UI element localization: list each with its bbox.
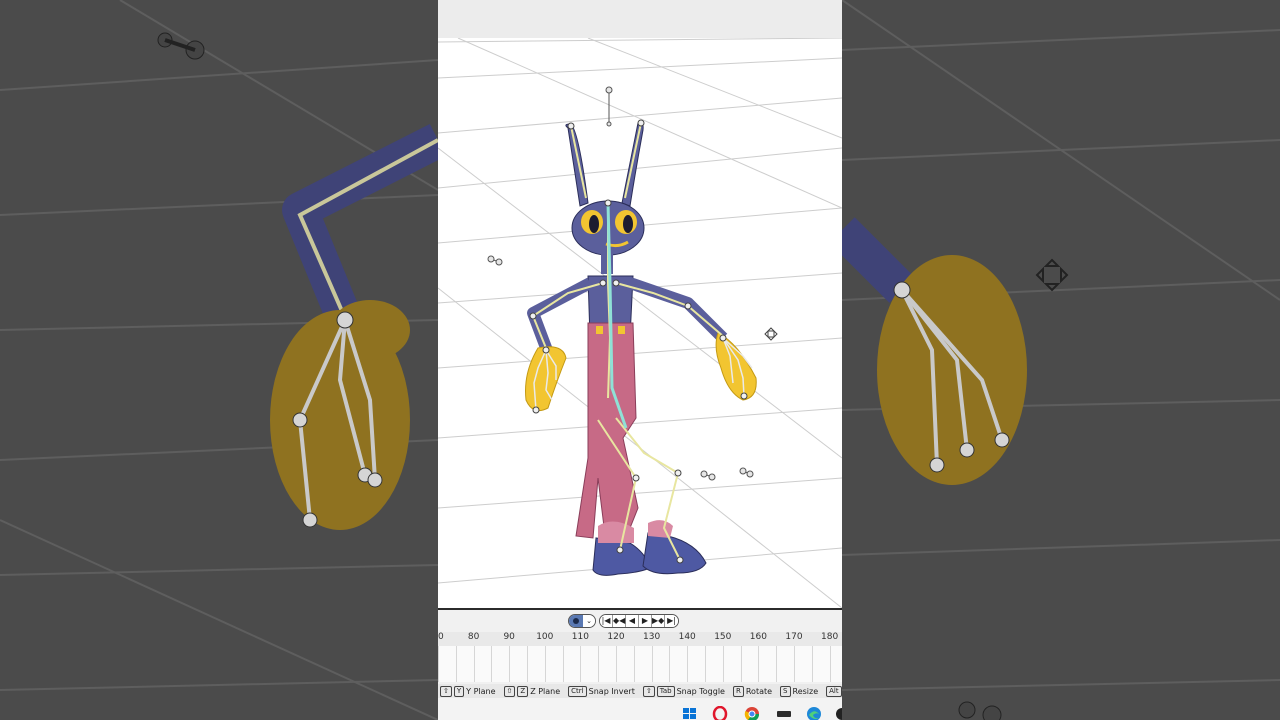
- frame-gridline: [616, 646, 617, 682]
- frame-gridline: [455, 646, 457, 682]
- frame-gridline: [669, 646, 671, 682]
- frame-gridline: [473, 646, 475, 682]
- status-hint-label: Z Plane: [530, 686, 561, 696]
- edge-icon[interactable]: [806, 706, 822, 720]
- frame-gridline: [438, 646, 439, 682]
- frame-gridline: [544, 646, 546, 682]
- frame-gridline: [811, 646, 813, 682]
- status-hint-label: Snap Invert: [588, 686, 635, 696]
- frame-tick-label: 90: [503, 632, 515, 642]
- keyboard-key: Alt: [826, 685, 842, 697]
- record-icon[interactable]: [569, 615, 583, 627]
- status-hint-label: Snap Toggle: [676, 686, 725, 696]
- prev-keyframe-icon[interactable]: ◆◀: [613, 615, 626, 627]
- timeline-keyframe-area[interactable]: [438, 646, 842, 682]
- jump-end-icon[interactable]: ▶|: [665, 615, 678, 627]
- app-icon[interactable]: [834, 706, 842, 720]
- frame-tick-label: 110: [571, 632, 589, 642]
- viewport-header: [438, 0, 842, 39]
- frame-ruler[interactable]: 70 80 90 100 110 120 130 140 150 160 170 180: [438, 632, 842, 646]
- frame-gridline: [722, 646, 724, 682]
- chrome-icon[interactable]: [744, 706, 760, 720]
- frame-tick-label: 140: [678, 632, 696, 642]
- background-right-scene: [842, 0, 1280, 720]
- frame-tick-label: 80: [467, 632, 480, 642]
- frame-tick-label: 120: [607, 632, 625, 642]
- background-left-scene: [0, 0, 438, 720]
- background-right: [842, 0, 1280, 720]
- blender-window: ⌄ |◀◆◀◀▶▶◆▶| 70 80 90 100 110 120 130 140 150 160…: [438, 0, 842, 720]
- frame-gridline: [562, 646, 564, 682]
- status-hint-label: Rotate: [745, 686, 773, 696]
- 3d-viewport[interactable]: [438, 37, 842, 609]
- frame-tick-label: 170: [785, 632, 803, 642]
- viewport-scene: [438, 37, 842, 609]
- keyboard-key: Z: [517, 685, 529, 697]
- character-rig[interactable]: [525, 119, 757, 576]
- keyboard-key: Ctrl: [568, 685, 587, 697]
- frame-tick-label: 130: [643, 632, 661, 642]
- keyboard-key: R: [732, 685, 744, 697]
- chevron-down-icon[interactable]: ⌄: [583, 615, 595, 627]
- auto-keying-toggle[interactable]: ⌄: [568, 614, 596, 628]
- status-hint: AltAutom: [826, 685, 842, 697]
- windows-taskbar: [438, 698, 842, 720]
- status-hint: R Rotate: [732, 685, 773, 697]
- opera-icon[interactable]: [712, 706, 728, 720]
- play-icon[interactable]: ▶: [639, 615, 652, 627]
- frame-gridline: [598, 646, 600, 682]
- timeline-editor[interactable]: ⌄ |◀◆◀◀▶▶◆▶| 70 80 90 100 110 120 130 140 150 160…: [438, 608, 842, 686]
- next-keyframe-icon[interactable]: ▶◆: [652, 615, 665, 627]
- keyboard-key: S: [780, 685, 791, 697]
- frame-tick-label: 150: [714, 632, 732, 642]
- status-hint: ⇧ Tab Snap Toggle: [642, 685, 725, 697]
- keyboard-key: ⇧: [503, 685, 516, 697]
- jump-start-icon[interactable]: |◀: [600, 615, 613, 627]
- status-hint-label: Resize: [792, 686, 819, 696]
- frame-tick-label: 100: [536, 632, 554, 642]
- keyboard-key: ⇧: [642, 685, 655, 697]
- frame-tick-label: 70: [438, 632, 444, 642]
- frame-gridline: [740, 646, 742, 682]
- frame-gridline: [491, 646, 493, 682]
- playback-controls: ⌄ |◀ ◆◀ ◀ ▶ ▶◆ ▶|: [568, 614, 679, 628]
- frame-gridline: [651, 646, 653, 682]
- frame-gridline: [705, 646, 706, 682]
- playback-button-group: |◀ ◆◀ ◀ ▶ ▶◆ ▶|: [599, 614, 679, 628]
- play-reverse-icon[interactable]: ◀: [626, 615, 639, 627]
- frame-gridline: [633, 646, 635, 682]
- frame-gridline: [580, 646, 582, 682]
- frame-gridline: [758, 646, 760, 682]
- frame-tick-label: 160: [749, 632, 767, 642]
- status-hint: ⇧ Y Y Plane: [440, 685, 496, 697]
- frame-gridline: [527, 646, 528, 682]
- frame-gridline: [794, 646, 795, 682]
- frame-gridline: [776, 646, 778, 682]
- frame-gridline: [687, 646, 689, 682]
- frame-tick-label: 180: [821, 632, 839, 642]
- status-hint: ⇧ Z Z Plane: [503, 685, 561, 697]
- status-bar: ⇧ Y Y Plane ⇧ Z Z Plane Ctrl Snap Invert ⇧ Tab Sna…: [438, 684, 842, 698]
- status-hint: Ctrl Snap Invert: [568, 685, 635, 697]
- keyboard-key: ⇧: [440, 685, 452, 697]
- keyboard-key: Tab: [656, 685, 675, 697]
- ik-target-icon: [764, 327, 778, 341]
- frame-gridline: [509, 646, 511, 682]
- status-hint-label: Y Plane: [466, 686, 496, 696]
- windows-start-icon[interactable]: [682, 706, 698, 720]
- keyboard-key: Y: [453, 685, 465, 697]
- terminal-icon[interactable]: [776, 706, 792, 720]
- background-left: [0, 0, 438, 720]
- frame-gridline: [829, 646, 831, 682]
- status-hint: S Resize: [780, 685, 819, 697]
